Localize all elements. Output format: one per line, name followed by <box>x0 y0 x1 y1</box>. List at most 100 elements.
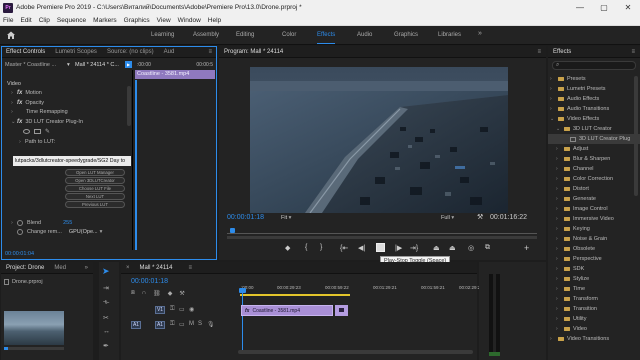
lock-icon[interactable]: ⚿ <box>170 321 175 328</box>
chevron-right-icon[interactable]: › <box>556 216 564 222</box>
menu-clip[interactable]: Clip <box>39 17 50 24</box>
effects-tree-item[interactable]: › Blur & Sharpen <box>548 154 640 164</box>
mark-in-button[interactable]: { <box>305 244 307 251</box>
source-patch-a1[interactable]: A1 <box>131 321 141 329</box>
opacity-row[interactable]: › fx Opacity <box>1 98 131 108</box>
track-target-v1[interactable]: V1 <box>155 306 165 314</box>
tab-effects[interactable]: Effects <box>548 49 576 55</box>
plugin-row[interactable]: ⌄ fx 3D LUT Creator Plug-In <box>1 117 131 127</box>
track-select-tool-icon[interactable]: ⇥ <box>103 284 109 292</box>
open-lut-manager-button[interactable]: Open LUT Manager <box>65 169 125 176</box>
chevron-right-icon[interactable]: › <box>556 236 564 242</box>
stopwatch-icon[interactable] <box>17 228 23 235</box>
blend-value[interactable]: 255 <box>63 220 72 226</box>
change-value[interactable]: GPU(Ope... <box>69 229 98 235</box>
tab-sequence[interactable]: Mall * 24114 <box>135 265 178 271</box>
chevron-right-icon[interactable]: › <box>556 186 564 192</box>
button-editor-add-button[interactable]: + <box>524 243 529 253</box>
timeline-horizontal-scrollbar[interactable] <box>238 350 473 354</box>
chevron-right-icon[interactable]: › <box>556 306 564 312</box>
effects-tree-item[interactable]: › Transition <box>548 304 640 314</box>
lut-path-field[interactable]: lutpacks/3dlutcreator-speedygrade/SG2 Da… <box>13 156 131 166</box>
chevron-down-icon[interactable]: ⌄ <box>550 116 558 122</box>
effects-tree-item[interactable]: › Immersive Video <box>548 214 640 224</box>
effects-tree-item[interactable]: › Utility <box>548 314 640 324</box>
compare-view-button[interactable]: ⧉ <box>485 244 490 252</box>
thumbnail-scrubber[interactable] <box>4 347 64 350</box>
timeline-clip-next[interactable] <box>335 305 348 316</box>
previous-lut-button[interactable]: Previous LUT <box>65 201 125 208</box>
eye-icon[interactable]: ◉ <box>189 306 194 313</box>
step-forward-button[interactable]: |▶ <box>395 244 402 252</box>
effects-tree-item[interactable]: › Lumetri Presets <box>548 84 640 94</box>
panel-menu-icon[interactable]: ≡ <box>183 265 197 271</box>
wrench-icon[interactable]: ⚒ <box>477 213 483 221</box>
home-icon[interactable] <box>0 26 22 45</box>
effects-tree-item[interactable]: › Image Control <box>548 204 640 214</box>
snap-icon[interactable]: ∩ <box>142 290 146 297</box>
linked-selection-icon[interactable]: ⛓ <box>153 290 161 297</box>
effects-tree-item[interactable]: › Perspective <box>548 254 640 264</box>
master-clip-label[interactable]: Master * Coastline ... <box>5 62 56 68</box>
chevron-right-icon[interactable]: › <box>556 196 564 202</box>
go-to-in-button[interactable]: {⇤ <box>340 244 348 252</box>
effects-tree-item[interactable]: › Video Transitions <box>548 334 640 344</box>
workspace-tab-effects[interactable]: Effects <box>317 32 336 44</box>
chevron-right-icon[interactable]: › <box>556 256 564 262</box>
lock-icon[interactable]: ⚿ <box>170 306 175 313</box>
effects-tree-item[interactable]: ⌄ 3D LUT Creator <box>548 124 640 134</box>
tab-program[interactable]: Program: Mall * 24114 <box>219 49 288 55</box>
microphone-icon[interactable]: 🎙︎ <box>207 321 215 328</box>
step-back-button[interactable]: ◀| <box>358 244 365 252</box>
effects-tree-item[interactable]: › Time <box>548 284 640 294</box>
effects-tree-item[interactable]: › Obsolete <box>548 244 640 254</box>
chevron-right-icon[interactable]: › <box>556 166 564 172</box>
add-marker-icon[interactable]: ◆ <box>168 290 173 297</box>
scrollbar[interactable] <box>127 86 131 126</box>
chevron-right-icon[interactable]: › <box>550 96 558 102</box>
workspace-tab-graphics[interactable]: Graphics <box>394 32 418 38</box>
menu-window[interactable]: Window <box>178 17 201 24</box>
close-sequence-icon[interactable]: × <box>121 265 135 271</box>
play-stop-button[interactable] <box>376 243 385 252</box>
chevron-right-icon[interactable]: › <box>556 156 564 162</box>
playhead-marker[interactable] <box>230 228 235 233</box>
chevron-right-icon[interactable]: › <box>556 206 564 212</box>
workspace-more-icon[interactable]: » <box>478 30 482 37</box>
lift-button[interactable]: ⏏ <box>433 244 440 252</box>
effects-tree-item[interactable]: › Audio Transitions <box>548 104 640 114</box>
workspace-tab-assembly[interactable]: Assembly <box>193 32 219 38</box>
minimize-button[interactable]: — <box>568 0 592 15</box>
open-3dlutcreator-button[interactable]: Open 3DLUTCreator <box>65 177 125 184</box>
timeline-clip-coastline[interactable]: fx Coastline - 3581.mp4 <box>241 305 333 316</box>
maximize-button[interactable]: ▢ <box>592 0 616 15</box>
workspace-tab-editing[interactable]: Editing <box>236 32 254 38</box>
workspace-tab-color[interactable]: Color <box>282 32 296 38</box>
sync-lock-icon[interactable]: ▭ <box>179 321 185 328</box>
effects-tree-item[interactable]: › Color Correction <box>548 174 640 184</box>
sequence-clip-label[interactable]: Mall * 24114 * C... <box>75 62 119 68</box>
chevron-right-icon[interactable]: › <box>556 276 564 282</box>
chevron-right-icon[interactable]: › <box>556 146 564 152</box>
tab-effect-controls[interactable]: Effect Controls <box>1 49 50 55</box>
menu-file[interactable]: File <box>3 17 13 24</box>
project-file-row[interactable]: Drone.prproj <box>4 279 43 285</box>
effects-tree-item[interactable]: › Stylize <box>548 274 640 284</box>
effects-scrollbar[interactable] <box>634 76 638 196</box>
ripple-edit-tool-icon[interactable]: ⟛ <box>103 299 109 307</box>
motion-row[interactable]: › fx Motion <box>1 89 131 99</box>
effects-tree-item[interactable]: › Audio Effects <box>548 94 640 104</box>
add-marker-button[interactable]: ◆ <box>285 244 290 252</box>
timeline-ruler[interactable]: :00:00 00:00:29:23 00:00:59:22 00:01:29:… <box>238 279 483 293</box>
effects-tree-item[interactable]: ⌄ Video Effects <box>548 114 640 124</box>
rectangle-mask-icon[interactable] <box>34 128 41 134</box>
effects-tree-item[interactable]: › Adjust <box>548 144 640 154</box>
program-scrub-bar[interactable] <box>227 227 537 236</box>
stopwatch-icon[interactable] <box>17 219 23 226</box>
mini-clip-bar[interactable]: Coastline - 3581.mp4 <box>135 70 215 79</box>
effects-tree-item[interactable]: › SDK <box>548 264 640 274</box>
chevron-right-icon[interactable]: › <box>550 76 558 82</box>
panel-menu-icon[interactable]: ≡ <box>532 49 546 55</box>
effects-tree-item[interactable]: › Distort <box>548 184 640 194</box>
playhead-handle[interactable] <box>239 288 246 293</box>
